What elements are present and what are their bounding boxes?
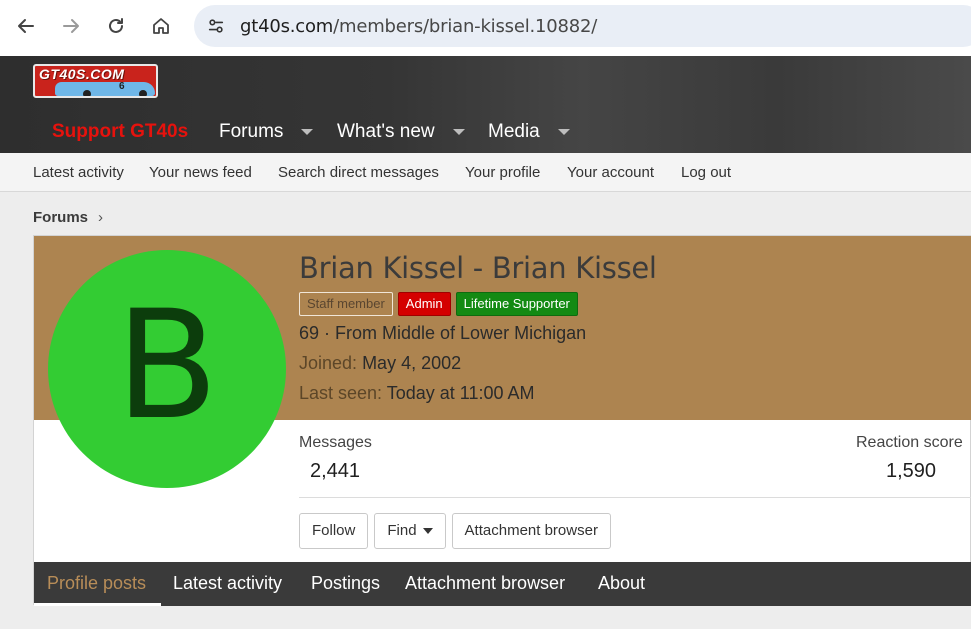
chevron-down-icon[interactable] xyxy=(301,129,314,135)
subnav-log-out[interactable]: Log out xyxy=(681,164,731,181)
profile-tabs: Profile posts Latest activity Postings A… xyxy=(34,562,971,606)
address-bar[interactable]: gt40s.com/members/brian-kissel.10882/ xyxy=(194,5,971,47)
last-seen-label: Last seen: xyxy=(299,383,383,403)
messages-value[interactable]: 2,441 xyxy=(310,460,360,483)
wheel-icon xyxy=(139,90,147,96)
profile-actions: Follow Find Attachment browser xyxy=(299,513,611,549)
nav-media-label: Media xyxy=(488,121,540,142)
badge-admin: Admin xyxy=(397,292,451,316)
arrow-right-icon xyxy=(63,19,79,33)
subnav-latest-activity[interactable]: Latest activity xyxy=(33,164,124,181)
back-button[interactable] xyxy=(10,10,42,42)
messages-label: Messages xyxy=(299,434,372,451)
badge-staff-member: Staff member xyxy=(299,292,393,316)
joined-value: May 4, 2002 xyxy=(362,353,462,373)
nav-whats-new-label: What's new xyxy=(337,121,435,142)
tab-postings[interactable]: Postings xyxy=(311,573,380,594)
nav-whats-new[interactable]: What's new xyxy=(337,121,465,143)
profile-last-seen: Last seen: Today at 11:00 AM xyxy=(299,383,535,404)
follow-label: Follow xyxy=(312,522,356,539)
nav-media[interactable]: Media xyxy=(488,121,570,143)
breadcrumb-forums[interactable]: Forums xyxy=(33,209,88,226)
tune-icon xyxy=(208,19,224,33)
badge-lifetime-supporter: Lifetime Supporter xyxy=(455,292,578,316)
caret-down-icon xyxy=(422,528,433,534)
avatar-letter: B xyxy=(115,279,219,453)
find-button[interactable]: Find xyxy=(374,513,446,549)
arrow-left-icon xyxy=(18,19,34,33)
profile-name: Brian Kissel - Brian Kissel xyxy=(299,251,657,285)
nav-support[interactable]: Support GT40s xyxy=(52,121,188,143)
avatar[interactable]: B xyxy=(48,250,286,488)
subnav-your-account[interactable]: Your account xyxy=(567,164,654,181)
find-label: Find xyxy=(387,522,417,539)
logo-number: 6 xyxy=(119,81,125,92)
subnav-search-messages[interactable]: Search direct messages xyxy=(278,164,439,181)
location-text: 69 · From Middle of Lower Michigan xyxy=(299,323,587,343)
profile-joined: Joined: May 4, 2002 xyxy=(299,353,461,374)
tab-attachment-browser[interactable]: Attachment browser xyxy=(405,573,565,594)
browser-toolbar: gt40s.com/members/brian-kissel.10882/ xyxy=(0,0,971,56)
site-info-button[interactable] xyxy=(202,12,230,40)
profile-location: 69 · From Middle of Lower Michigan xyxy=(299,323,586,344)
site-header: GT40S.COM 6 Support GT40s Forums What's … xyxy=(0,56,971,153)
chevron-right-icon: › xyxy=(98,209,104,226)
subnav-news-feed[interactable]: Your news feed xyxy=(149,164,252,181)
reload-icon xyxy=(109,18,123,33)
follow-button[interactable]: Follow xyxy=(299,513,369,549)
last-seen-value: Today at 11:00 AM xyxy=(386,383,535,403)
url-text: gt40s.com/members/brian-kissel.10882/ xyxy=(240,16,598,37)
nav-support-label: Support GT40s xyxy=(52,121,189,142)
subnav-your-profile[interactable]: Your profile xyxy=(465,164,540,181)
forward-button[interactable] xyxy=(55,10,87,42)
tab-about[interactable]: About xyxy=(598,573,645,594)
reload-button[interactable] xyxy=(100,10,132,42)
profile-stats: Messages 2,441 Reaction score 1,590 xyxy=(299,420,971,498)
wheel-icon xyxy=(83,90,91,96)
attachment-browser-label: Attachment browser xyxy=(464,522,598,539)
reaction-score-label: Reaction score xyxy=(856,434,963,451)
user-badges: Staff member Admin Lifetime Supporter xyxy=(299,292,578,316)
breadcrumb: Forums › xyxy=(33,209,103,226)
chevron-down-icon[interactable] xyxy=(452,129,465,135)
tab-profile-posts[interactable]: Profile posts xyxy=(47,573,146,594)
attachment-browser-button[interactable]: Attachment browser xyxy=(451,513,611,549)
sub-nav: Latest activity Your news feed Search di… xyxy=(0,153,971,192)
profile-card: B Brian Kissel - Brian Kissel Staff memb… xyxy=(33,235,971,606)
home-button[interactable] xyxy=(145,10,177,42)
main-nav: Support GT40s Forums What's new Media xyxy=(0,113,971,153)
logo-text: GT40S.COM xyxy=(39,66,125,82)
home-icon xyxy=(153,18,169,34)
active-tab-indicator xyxy=(34,603,161,606)
tab-latest-activity[interactable]: Latest activity xyxy=(173,573,282,594)
nav-forums-label: Forums xyxy=(219,121,284,142)
reaction-score-value[interactable]: 1,590 xyxy=(886,460,936,483)
site-logo[interactable]: GT40S.COM 6 xyxy=(33,64,158,98)
chevron-down-icon[interactable] xyxy=(557,129,570,135)
nav-forums[interactable]: Forums xyxy=(219,121,314,143)
joined-label: Joined: xyxy=(299,353,358,373)
